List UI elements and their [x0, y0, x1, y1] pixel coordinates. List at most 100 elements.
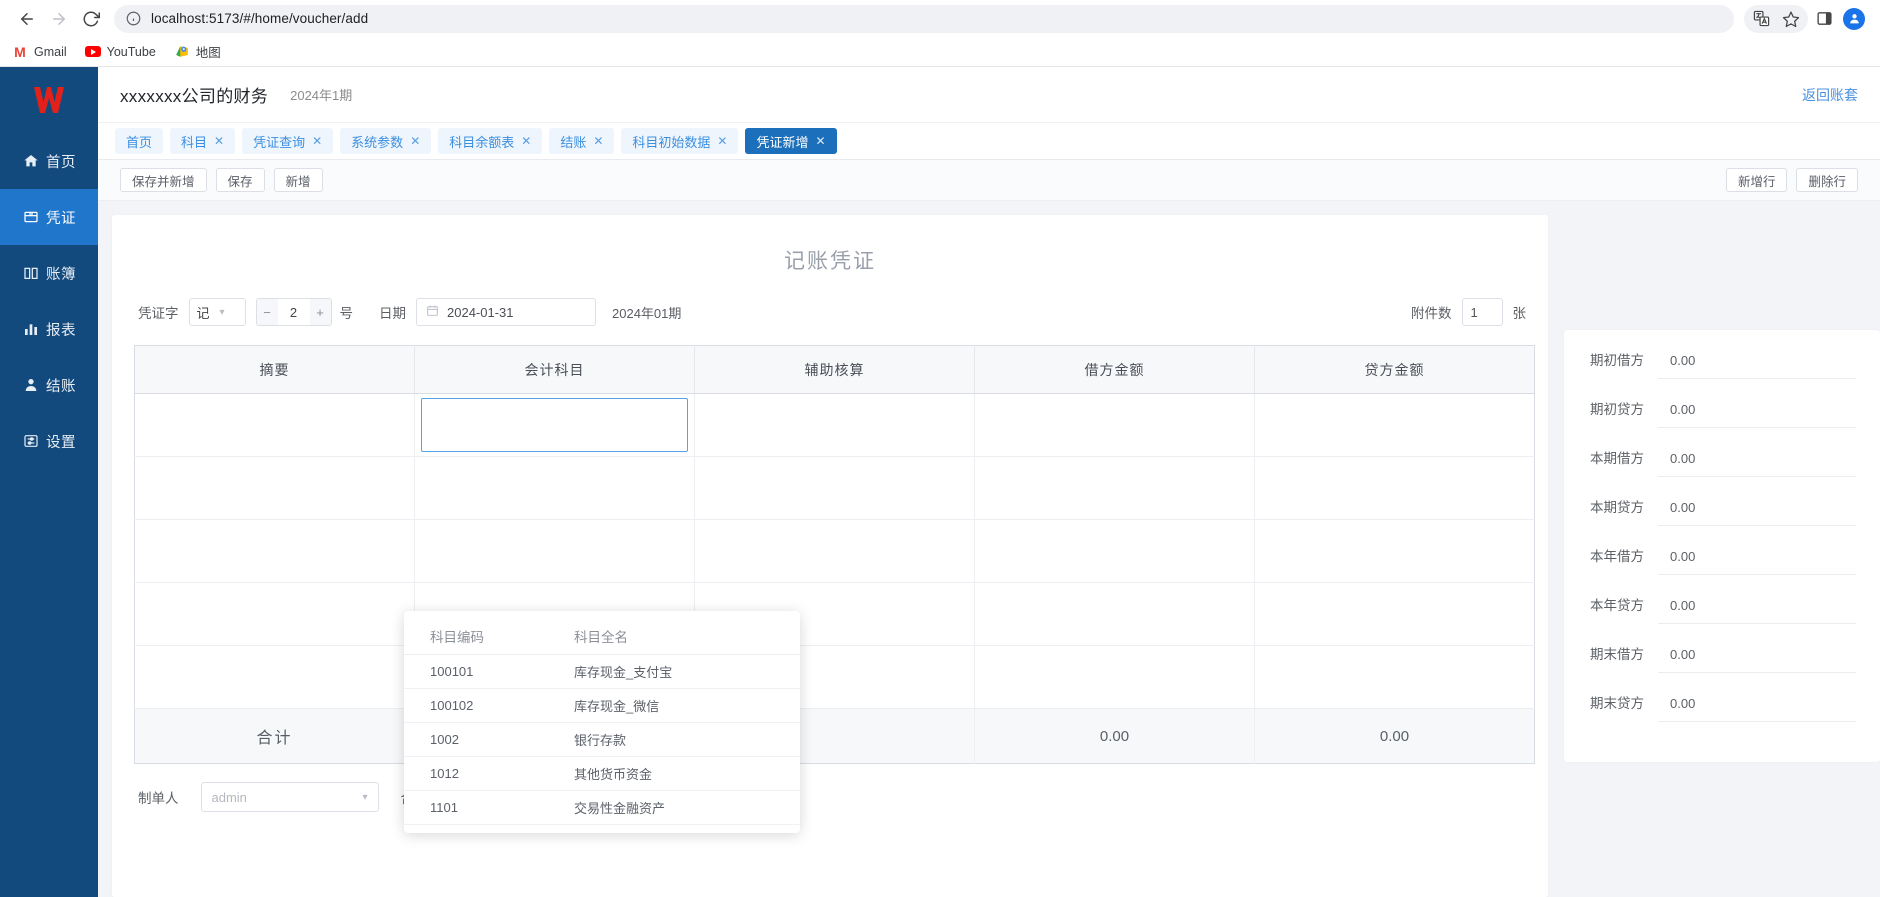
account-select-popup[interactable]: 科目编码 科目全名 100101 库存现金_支付宝 100102 库存现金_微信 [404, 611, 800, 833]
tab-home[interactable]: 首页 [115, 128, 164, 154]
cell-credit[interactable] [1254, 393, 1535, 457]
profile-avatar[interactable] [1840, 5, 1868, 33]
account-option-list[interactable]: 100101 库存现金_支付宝 100102 库存现金_微信 1002 银行存款 [404, 655, 800, 833]
save-button[interactable]: 保存 [215, 168, 265, 192]
bookmark-maps[interactable]: 地图 [174, 42, 221, 61]
sidebar-item-report[interactable]: 报表 [0, 301, 98, 357]
column-header-auxiliary: 辅助核算 [694, 345, 975, 394]
maker-select[interactable]: admin ▾ [200, 782, 379, 812]
sidebar-item-home[interactable]: 首页 [0, 133, 98, 189]
account-option[interactable]: 100101 库存现金_支付宝 [404, 655, 800, 689]
app-main: xxxxxxx公司的财务 2024年1期 返回账套 首页 科目 ✕ 凭证查询 ✕ [98, 67, 1880, 897]
close-icon[interactable]: ✕ [312, 135, 322, 147]
cell-debit[interactable] [974, 519, 1255, 583]
bookmark-youtube[interactable]: YouTube [84, 44, 156, 60]
tab-system-params[interactable]: 系统参数 ✕ [340, 128, 432, 154]
voucher-table: 摘要 会计科目 辅助核算 借方金额 贷方金额 合计 0.00 0.00 [134, 345, 1535, 764]
delete-row-button[interactable]: 删除行 [1796, 168, 1858, 192]
cell-debit[interactable] [974, 645, 1255, 709]
close-icon[interactable]: ✕ [717, 135, 727, 147]
cell-auxiliary[interactable] [694, 393, 975, 457]
cell-credit[interactable] [1254, 582, 1535, 646]
site-info-icon[interactable] [126, 11, 141, 26]
decrement-button[interactable]: − [256, 299, 278, 325]
attachment-count-input[interactable]: 1 [1461, 298, 1503, 326]
tab-subject[interactable]: 科目 ✕ [170, 128, 236, 154]
close-icon[interactable]: ✕ [593, 135, 603, 147]
account-code: 100102 [430, 698, 474, 713]
account-option[interactable]: 1012 其他货币资金 [404, 757, 800, 791]
close-icon[interactable]: ✕ [214, 135, 224, 147]
voucher-word-select[interactable]: 记 ▾ [188, 298, 246, 326]
person-icon [22, 377, 39, 394]
bookmark-gmail[interactable]: M Gmail [12, 44, 67, 60]
close-icon[interactable]: ✕ [410, 135, 420, 147]
add-row-button[interactable]: 新增行 [1725, 168, 1788, 192]
tab-subject-initial-data[interactable]: 科目初始数据 ✕ [621, 128, 739, 154]
voucher-number-stepper[interactable]: − 2 + [255, 298, 332, 326]
cell-account[interactable] [414, 456, 695, 520]
account-option[interactable]: 100102 库存现金_微信 [404, 689, 800, 723]
balance-value: 0.00 [1658, 693, 1856, 722]
side-panel-icon[interactable] [1810, 5, 1838, 33]
back-button[interactable] [12, 4, 42, 34]
sidebar-item-close-account[interactable]: 结账 [0, 357, 98, 413]
account-input-focused[interactable] [421, 398, 688, 452]
cell-credit[interactable] [1254, 456, 1535, 520]
sidebar-item-label: 首页 [46, 154, 76, 171]
balance-row: 本期贷方 0.00 [1590, 497, 1856, 526]
content-area: 记账凭证 凭证字 记 ▾ − 2 + 号 日期 2024-01-31 2024年… [98, 201, 1880, 897]
account-option[interactable]: 1101 交易性金融资产 [404, 791, 800, 825]
balance-label: 期初借方 [1590, 353, 1644, 368]
sidebar-item-ledger[interactable]: 账簿 [0, 245, 98, 301]
sidebar-item-voucher[interactable]: 凭证 [0, 189, 98, 245]
sidebar-item-settings[interactable]: 设置 [0, 413, 98, 469]
action-toolbar: 保存并新增 保存 新增 新增行 删除行 [98, 160, 1880, 201]
cell-account[interactable] [414, 393, 695, 457]
account-option[interactable]: 1002 银行存款 [404, 723, 800, 757]
account-name: 其他货币资金 [574, 767, 653, 782]
account-code: 1012 [430, 766, 459, 781]
browser-window: localhost:5173/#/home/voucher/add M Gmai… [0, 0, 1880, 897]
cell-auxiliary[interactable] [694, 456, 975, 520]
cell-account[interactable] [414, 519, 695, 583]
account-option[interactable]: 1121 应收票据 [404, 825, 800, 833]
total-label-cell: 合计 [134, 708, 415, 764]
cell-summary[interactable] [134, 645, 415, 709]
tab-voucher-add[interactable]: 凭证新增 ✕ [745, 128, 837, 154]
increment-button[interactable]: + [309, 299, 331, 325]
close-icon[interactable]: ✕ [521, 135, 531, 147]
tab-subject-balance[interactable]: 科目余额表 ✕ [438, 128, 543, 154]
save-and-add-button[interactable]: 保存并新增 [120, 168, 207, 192]
balance-row: 本年贷方 0.00 [1590, 595, 1856, 624]
tab-close-account[interactable]: 结账 ✕ [549, 128, 615, 154]
voucher-number-value[interactable]: 2 [278, 305, 310, 320]
voucher-date-input[interactable]: 2024-01-31 [416, 298, 596, 326]
cell-summary[interactable] [134, 582, 415, 646]
cell-debit[interactable] [974, 393, 1255, 457]
tab-label: 凭证查询 [253, 134, 306, 150]
close-icon[interactable]: ✕ [816, 135, 826, 147]
translate-icon[interactable] [1747, 5, 1775, 33]
cell-credit[interactable] [1254, 645, 1535, 709]
add-button[interactable]: 新增 [273, 168, 323, 192]
maps-icon [174, 44, 190, 60]
cell-credit[interactable] [1254, 519, 1535, 583]
cell-auxiliary[interactable] [694, 519, 975, 583]
balance-row: 期初贷方 0.00 [1590, 399, 1856, 428]
chevron-down-icon: ▾ [219, 306, 225, 318]
account-col-code-header: 科目编码 [430, 629, 484, 645]
balance-value: 0.00 [1658, 399, 1856, 428]
back-to-account-set-link[interactable]: 返回账套 [1802, 85, 1858, 105]
forward-button[interactable] [44, 4, 74, 34]
reload-button[interactable] [76, 4, 106, 34]
cell-summary[interactable] [134, 393, 415, 457]
cell-summary[interactable] [134, 456, 415, 520]
cell-debit[interactable] [974, 582, 1255, 646]
cell-summary[interactable] [134, 519, 415, 583]
bookmark-star-icon[interactable] [1777, 5, 1805, 33]
address-bar[interactable]: localhost:5173/#/home/voucher/add [114, 4, 1734, 33]
cell-debit[interactable] [974, 456, 1255, 520]
tab-voucher-query[interactable]: 凭证查询 ✕ [242, 128, 334, 154]
bookmark-label: 地图 [195, 46, 221, 60]
